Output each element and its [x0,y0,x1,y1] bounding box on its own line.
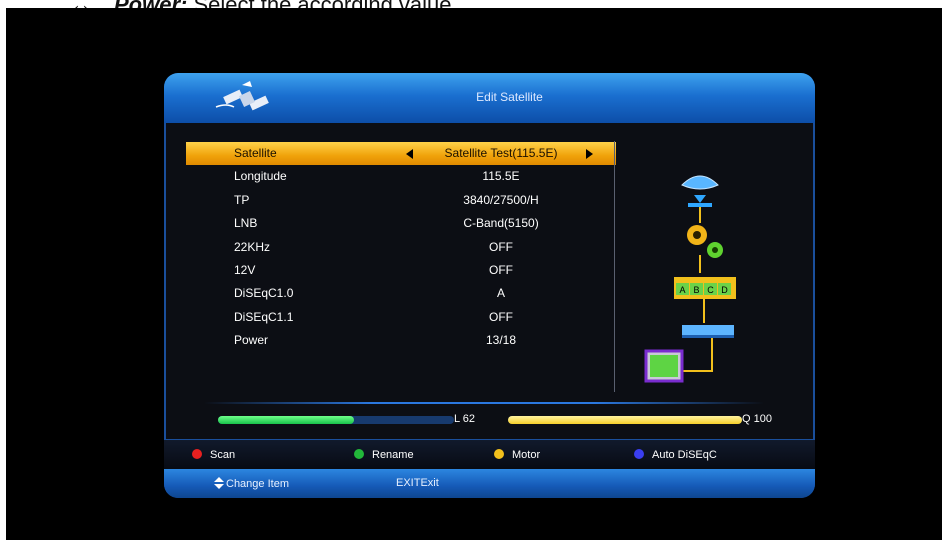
level-bar-fill [218,416,354,424]
row-value: 115.5E [482,169,520,184]
rename-label: Rename [372,449,414,461]
row-value: OFF [489,262,513,277]
auto-diseqc-button[interactable]: Auto DiSEqC [634,449,717,461]
up-down-icon [214,477,224,489]
quality-bar-fill [508,416,742,424]
green-dot-icon [354,449,364,459]
gear-icon [687,225,723,258]
row-label: 12V [234,262,256,277]
receiver-icon [682,325,734,338]
row-satellite[interactable]: Satellite Satellite Test(115.5E) [186,142,616,166]
exit-label: Exit [420,477,439,489]
exit-hint[interactable]: EXITExit [396,477,439,489]
horizontal-divider [204,402,764,404]
change-item-label: Change Item [226,478,289,490]
row-value: C-Band(5150) [463,216,539,231]
scan-label: Scan [210,449,236,461]
row-value: OFF [489,239,513,254]
exit-key-label: EXIT [396,477,421,489]
row-22khz[interactable]: 22KHz OFF [186,236,616,259]
arrow-right-icon[interactable] [586,149,593,159]
blue-dot-icon [634,449,644,459]
switch-label-c: C [707,285,714,295]
color-key-bar: Scan Rename Motor Auto DiSEqC [164,439,815,470]
edit-satellite-dialog: Edit Satellite Satellite Satellite Test(… [164,73,815,498]
row-value: A [496,286,505,301]
switch-label-d: D [721,285,728,295]
motor-label: Motor [512,449,541,461]
tv-icon [644,349,684,383]
change-item-hint: Change Item [214,477,289,490]
yellow-dot-icon [494,449,504,459]
switch-icon: A B C D [674,277,736,299]
settings-list: Satellite Satellite Test(115.5E) Longitu… [186,142,616,353]
row-value: Satellite Test(115.5E) [444,146,558,160]
row-label: 22KHz [234,239,271,254]
dialog-title: Edit Satellite [476,90,543,104]
dish-icon [681,175,719,207]
signal-bars: L 62 Q 100 [218,413,798,429]
row-tp[interactable]: TP 3840/27500/H [186,189,616,212]
row-value: OFF [489,309,513,324]
auto-diseqc-label: Auto DiSEqC [652,449,717,461]
level-label: L 62 [454,413,476,425]
row-label: DiSEqC1.1 [234,309,294,324]
row-label: TP [234,192,250,207]
red-dot-icon [192,449,202,459]
row-label: LNB [234,216,258,231]
row-diseqc11[interactable]: DiSEqC1.1 OFF [186,306,616,329]
row-12v[interactable]: 12V OFF [186,259,616,282]
vertical-divider [614,141,615,392]
row-longitude[interactable]: Longitude 115.5E [186,165,616,188]
row-label: DiSEqC1.0 [234,286,294,301]
row-label: Longitude [234,169,287,184]
switch-label-a: A [679,285,685,295]
title-bar: Edit Satellite [164,73,815,123]
row-lnb[interactable]: LNB C-Band(5150) [186,212,616,235]
row-label: Satellite [234,146,277,160]
motor-button[interactable]: Motor [494,449,540,461]
row-power[interactable]: Power 13/18 [186,329,616,352]
row-label: Power [234,333,269,348]
hint-bar: Change Item EXITExit [164,469,815,498]
scan-button[interactable]: Scan [192,449,235,461]
row-value: 3840/27500/H [463,192,539,207]
row-diseqc10[interactable]: DiSEqC1.0 A [186,282,616,305]
switch-label-b: B [693,285,699,295]
quality-label: Q 100 [742,413,772,425]
tv-screen: Edit Satellite Satellite Satellite Test(… [6,8,942,540]
row-value: 13/18 [485,333,517,348]
connection-diagram: A B C D [644,175,736,383]
rename-button[interactable]: Rename [354,449,414,461]
